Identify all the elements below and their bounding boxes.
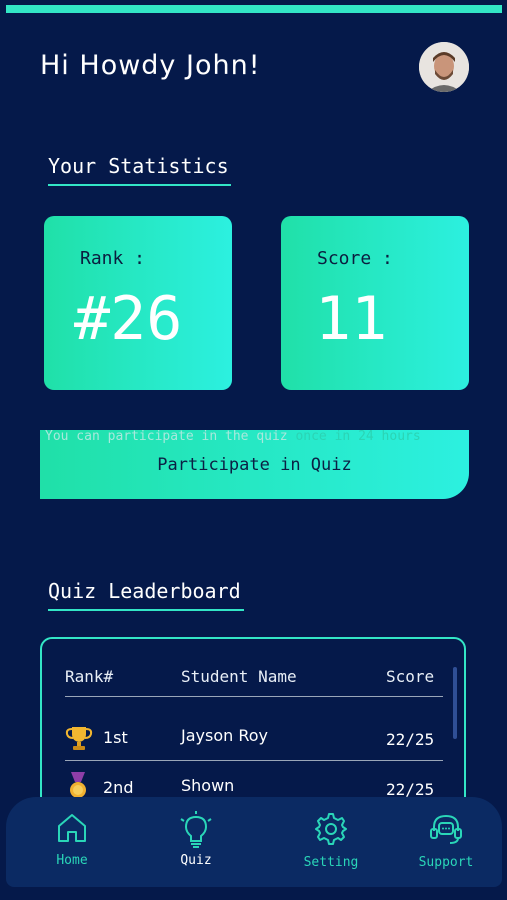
score-value: 11 [315, 284, 388, 354]
column-header-student-name: Student Name [181, 667, 297, 686]
rank-value: #26 [74, 284, 183, 354]
rank-label: Rank : [80, 248, 146, 269]
leaderboard-title: Quiz Leaderboard [48, 579, 241, 603]
participate-label: Participate in Quiz [157, 454, 352, 475]
quiz-notice-prefix: You can participate in the quiz [45, 429, 296, 444]
row-student-name: Shown [181, 776, 235, 795]
leaderboard-heading: Quiz Leaderboard [48, 579, 244, 611]
user-avatar-icon [419, 42, 469, 92]
quiz-notice-highlight: once in 24 hours [295, 429, 421, 444]
row-rank: 1st [103, 728, 128, 747]
column-header-rank: Rank# [65, 667, 114, 686]
score-card: Score : 11 [281, 216, 469, 390]
row-student-name: Jayson Roy [181, 726, 268, 745]
nav-label-support: Support [418, 855, 474, 870]
bottom-navigation: Home Quiz Setting Support [6, 797, 502, 887]
row-divider [65, 760, 443, 761]
greeting-title: Hi Howdy John! [40, 50, 261, 81]
statistics-title: Your Statistics [48, 154, 229, 178]
leaderboard-underline [48, 609, 244, 611]
statistics-heading: Your Statistics [48, 154, 231, 186]
nav-label-home: Home [56, 853, 88, 868]
nav-label-setting: Setting [303, 855, 359, 870]
row-score: 22/25 [386, 730, 435, 749]
nav-item-home[interactable]: Home [32, 811, 112, 868]
row-rank: 2nd [103, 778, 134, 797]
leaderboard-scrollbar[interactable] [453, 667, 457, 739]
home-icon [58, 814, 86, 842]
rank-card: Rank : #26 [44, 216, 232, 390]
nav-label-quiz: Quiz [180, 853, 212, 868]
column-header-score: Score [386, 667, 435, 686]
trophy-icon [65, 727, 93, 750]
top-accent-bar [6, 5, 502, 13]
nav-item-setting[interactable]: Setting [291, 811, 371, 870]
gear-icon [315, 813, 347, 845]
nav-item-quiz[interactable]: Quiz [156, 811, 236, 868]
avatar[interactable] [419, 42, 469, 92]
lightbulb-icon [180, 811, 212, 848]
quiz-notice: You can participate in the quiz once in … [45, 429, 421, 444]
header-divider [65, 696, 443, 697]
score-label: Score : [317, 248, 393, 269]
medal-icon [70, 772, 86, 798]
nav-item-support[interactable]: Support [406, 811, 486, 870]
statistics-underline [48, 184, 231, 186]
headset-icon [430, 814, 462, 844]
